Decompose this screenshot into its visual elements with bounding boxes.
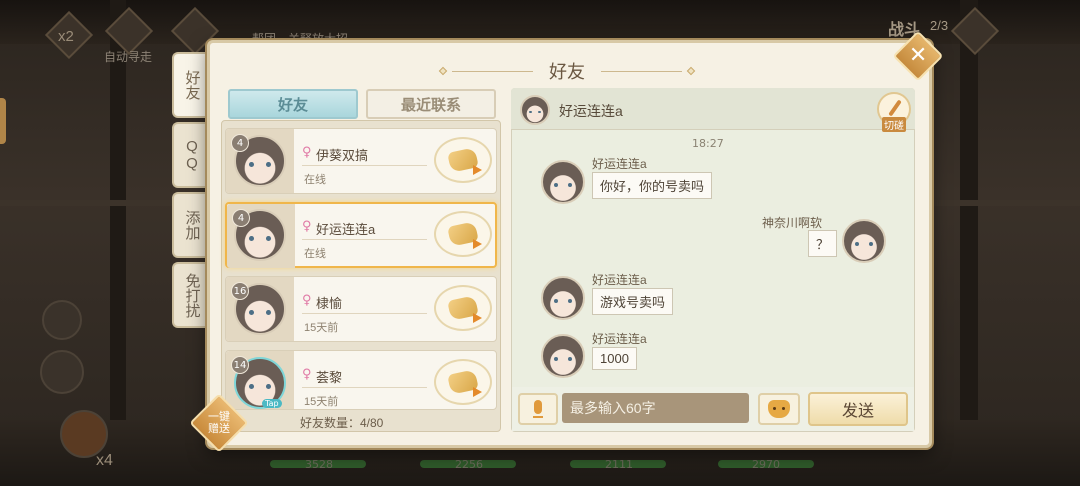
- friend-count: 好友数量：4/80: [300, 416, 384, 430]
- friend-name: 棣愉: [316, 296, 343, 311]
- arrow-icon: [473, 165, 482, 175]
- health-bar-value: 2970: [752, 458, 780, 471]
- avatar-frame: 16: [226, 277, 294, 341]
- name-divider: [302, 239, 427, 240]
- level-badge: 16: [231, 282, 249, 300]
- send-button[interactable]: 发送: [808, 392, 908, 426]
- message-sender: 好运连连a: [592, 332, 647, 346]
- avatar-frame: 4: [227, 204, 295, 268]
- female-icon: ♀: [302, 219, 312, 234]
- side-tab-friends[interactable]: 好友: [172, 52, 210, 118]
- message-avatar[interactable]: [541, 276, 585, 320]
- chat-bubble-icon[interactable]: [40, 350, 84, 394]
- friend-name: 荟黎: [316, 370, 343, 385]
- arrow-icon: [473, 387, 482, 397]
- multiplier-bottom-text: x4: [96, 452, 113, 469]
- tab-friends[interactable]: 好友: [228, 89, 358, 119]
- female-icon: ♀: [302, 145, 312, 160]
- message-bubble: ？: [808, 230, 838, 257]
- chat-input[interactable]: 最多输入60字: [562, 393, 749, 423]
- friend-name: 伊葵双搞: [316, 148, 369, 163]
- health-bar-value: 2256: [455, 458, 483, 471]
- message-sender: 好运连连a: [592, 157, 647, 171]
- friend-status: 在线: [304, 174, 326, 186]
- title-divider: [452, 70, 533, 72]
- cat-face-icon: [768, 400, 790, 418]
- chat-timestamp: 18:27: [692, 137, 724, 150]
- battle-progress: 2/3: [930, 18, 949, 33]
- edge-handle[interactable]: [0, 98, 6, 144]
- female-icon: ♀: [302, 293, 312, 308]
- message-bubble: 1000: [592, 347, 637, 370]
- friend-status: 15天前: [304, 396, 339, 408]
- chat-partner-name: 好运连连a: [559, 103, 623, 119]
- multiplier-top-text: x2: [58, 28, 74, 45]
- tap-tag: Tap: [262, 399, 282, 408]
- avatar-frame: 4: [226, 129, 294, 193]
- sword-icon: [888, 99, 902, 117]
- ornament-icon: [438, 66, 448, 76]
- message-avatar[interactable]: [541, 334, 585, 378]
- friend-card[interactable]: 14 Tap ♀ 荟黎 15天前: [225, 350, 497, 410]
- send-gift-button[interactable]: [434, 359, 492, 405]
- level-badge: 4: [231, 134, 249, 152]
- level-badge: 14: [231, 356, 249, 374]
- send-gift-button[interactable]: [434, 285, 492, 331]
- duel-label: 切磋: [882, 117, 906, 132]
- female-icon: ♀: [302, 367, 312, 382]
- emoji-button[interactable]: [758, 393, 800, 425]
- voice-button[interactable]: [518, 393, 558, 425]
- health-bar-value: 3528: [305, 458, 333, 471]
- level-badge: 4: [232, 209, 250, 227]
- title-divider: [601, 70, 682, 72]
- tab-recent-contacts[interactable]: 最近联系: [366, 89, 496, 119]
- send-gift-button[interactable]: [434, 137, 492, 183]
- message-avatar[interactable]: [842, 219, 886, 263]
- microphone-base: [533, 416, 543, 418]
- avatar-frame: 14 Tap: [226, 351, 294, 409]
- health-bar-value: 2111: [605, 458, 633, 471]
- auto-path-label: 自动寻走: [104, 50, 153, 64]
- name-divider: [302, 313, 427, 314]
- friend-name: 好运连连a: [316, 222, 376, 237]
- arrow-icon: [473, 239, 482, 249]
- name-divider: [302, 387, 427, 388]
- dialog-title-bar: 好友: [438, 57, 696, 85]
- side-tab-qq[interactable]: QQ: [172, 122, 210, 188]
- send-gift-button[interactable]: [434, 211, 492, 257]
- close-icon: ✕: [908, 43, 928, 68]
- flower-icon[interactable]: [60, 410, 108, 458]
- message-sender: 神奈川啊软: [762, 216, 823, 230]
- friend-status: 15天前: [304, 322, 339, 334]
- chat-partner-avatar[interactable]: [520, 95, 550, 125]
- message-avatar[interactable]: [541, 160, 585, 204]
- side-tab-add[interactable]: 添加: [172, 192, 210, 258]
- microphone-icon: [534, 400, 542, 414]
- friend-status: 在线: [304, 248, 326, 260]
- friend-card[interactable]: 4 ♀ 伊葵双搞 在线: [225, 128, 497, 194]
- friend-card[interactable]: 16 ♀ 棣愉 15天前: [225, 276, 497, 342]
- arrow-icon: [473, 313, 482, 323]
- friend-card-selected[interactable]: 4 ♀ 好运连连a 在线: [225, 202, 497, 268]
- name-divider: [302, 165, 427, 166]
- side-tab-do-not-disturb[interactable]: 免打扰: [172, 262, 210, 328]
- message-bubble: 你好，你的号卖吗: [592, 172, 713, 199]
- message-bubble: 游戏号卖吗: [592, 288, 674, 315]
- background-pillar: [960, 0, 978, 420]
- ornament-icon: [686, 66, 696, 76]
- message-sender: 好运连连a: [592, 273, 647, 287]
- bulk-gift-label: 一键 赠送: [208, 411, 230, 435]
- home-icon[interactable]: [42, 300, 82, 340]
- dialog-title: 好友: [549, 62, 585, 82]
